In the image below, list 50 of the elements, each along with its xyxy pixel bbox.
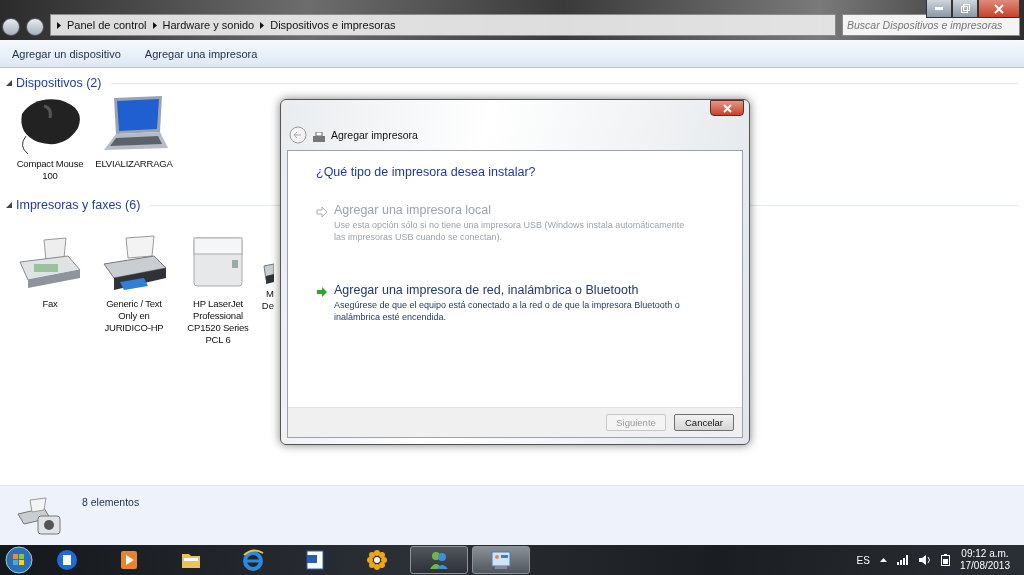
minimize-icon <box>935 7 943 10</box>
close-icon <box>994 3 1004 14</box>
device-label[interactable]: HP LaserJet Professional CP1520 Series PCL 6 <box>182 298 254 346</box>
device-label[interactable]: M De <box>260 288 274 312</box>
dialog-button[interactable]: Cancelar <box>674 414 734 431</box>
caret-icon[interactable] <box>879 558 887 562</box>
forward-button[interactable] <box>26 18 44 36</box>
device-label[interactable]: Generic / Text Only en JURIDICO-HP <box>98 298 170 334</box>
close-icon <box>722 103 732 113</box>
collapse-icon[interactable] <box>6 202 12 208</box>
media-center-icon <box>56 549 78 571</box>
option-description: Asegúrese de que el equipo está conectado a la red o de que la impresora Bluetooth o inalámbrica esté encendida. <box>334 299 681 323</box>
battery-icon[interactable] <box>940 554 950 566</box>
breadcrumb-item[interactable]: Hardware y sonido <box>162 19 255 31</box>
back-button[interactable] <box>2 18 20 36</box>
document-icon <box>304 549 326 571</box>
toolbar-button[interactable]: Agregar un dispositivo <box>12 47 121 60</box>
toolbar-button[interactable]: Agregar una impresora <box>144 47 258 60</box>
people-icon <box>428 549 450 571</box>
restore-icon <box>960 4 970 13</box>
device-label[interactable]: ELVIALIZARRAGA <box>95 158 173 170</box>
option-description: Use esta opción sólo si no tiene una impresora USB (Windows instala automáticamente las impresoras USB cuando se conectan). <box>334 219 686 243</box>
caret-icon <box>152 21 157 29</box>
search-field[interactable]: Buscar Dispositivos e impresoras <box>842 14 1020 36</box>
close-button[interactable] <box>710 100 744 116</box>
dialog-heading: ¿Qué tipo de impresora desea instalar? <box>316 165 537 179</box>
item-count: 8 elementos <box>82 496 140 510</box>
address-bar[interactable]: Panel de control Hardware y sonido Dispositivos e impresoras <box>50 14 836 36</box>
browser-icon <box>242 549 264 571</box>
speaker-icon[interactable] <box>918 555 931 565</box>
control-panel-icon <box>490 549 512 571</box>
signal-icon[interactable] <box>896 555 909 565</box>
breadcrumb-item[interactable]: Dispositivos e impresoras <box>270 19 396 31</box>
language-indicator[interactable]: ES <box>856 554 870 566</box>
option-link[interactable]: Agregar una impresora de red, inalámbrica o Bluetooth <box>334 283 694 297</box>
clock[interactable]: 09:12 a.m. 17/08/2013 <box>959 548 1010 572</box>
group-title: Dispositivos (2) <box>16 76 102 90</box>
printer-camera-icon <box>14 496 64 536</box>
device-label[interactable]: Compact Mouse 100 <box>14 158 86 182</box>
caret-icon <box>57 21 61 29</box>
dialog-title: Agregar impresora <box>331 129 418 143</box>
start-button[interactable] <box>4 546 34 574</box>
device-label[interactable]: Fax <box>14 298 86 310</box>
caret-icon <box>260 21 265 29</box>
group-title: Impresoras y faxes (6) <box>16 198 141 212</box>
collapse-icon[interactable] <box>6 80 12 86</box>
printer-icon <box>313 132 325 144</box>
breadcrumb-item[interactable]: Panel de control <box>67 19 147 31</box>
play-icon <box>118 549 140 571</box>
flower-icon <box>366 549 388 571</box>
